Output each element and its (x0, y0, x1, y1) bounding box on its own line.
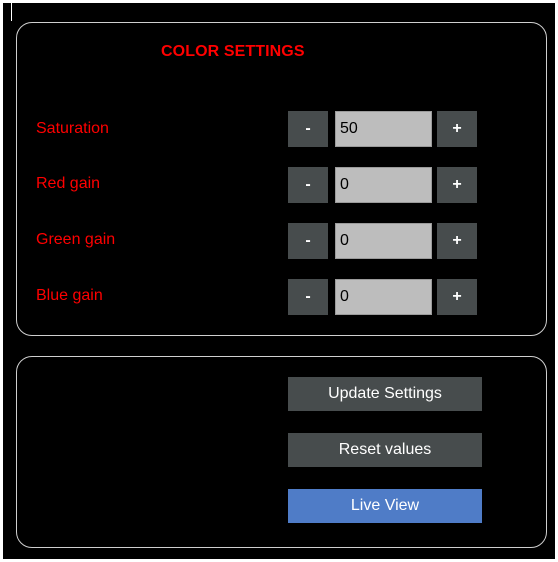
saturation-label: Saturation (36, 120, 109, 137)
green-gain-input[interactable] (335, 223, 432, 259)
red-gain-label: Red gain (36, 175, 101, 192)
screenshot-frame: COLOR SETTINGS Saturation - + Red gain -… (0, 0, 558, 562)
blue-gain-increment-button[interactable]: + (437, 279, 477, 315)
reset-values-button[interactable]: Reset values (288, 433, 482, 467)
blue-gain-label: Blue gain (36, 287, 103, 304)
color-settings-title: COLOR SETTINGS (161, 43, 305, 60)
saturation-increment-button[interactable]: + (437, 111, 477, 147)
update-settings-button[interactable]: Update Settings (288, 377, 482, 411)
green-gain-label: Green gain (36, 231, 116, 248)
saturation-decrement-button[interactable]: - (288, 111, 328, 147)
green-gain-decrement-button[interactable]: - (288, 223, 328, 259)
live-view-button[interactable]: Live View (288, 489, 482, 523)
red-gain-increment-button[interactable]: + (437, 167, 477, 203)
red-gain-input[interactable] (335, 167, 432, 203)
blue-gain-decrement-button[interactable]: - (288, 279, 328, 315)
app-background: COLOR SETTINGS Saturation - + Red gain -… (3, 3, 555, 559)
green-gain-increment-button[interactable]: + (437, 223, 477, 259)
red-gain-decrement-button[interactable]: - (288, 167, 328, 203)
saturation-input[interactable] (335, 111, 432, 147)
blue-gain-input[interactable] (335, 279, 432, 315)
